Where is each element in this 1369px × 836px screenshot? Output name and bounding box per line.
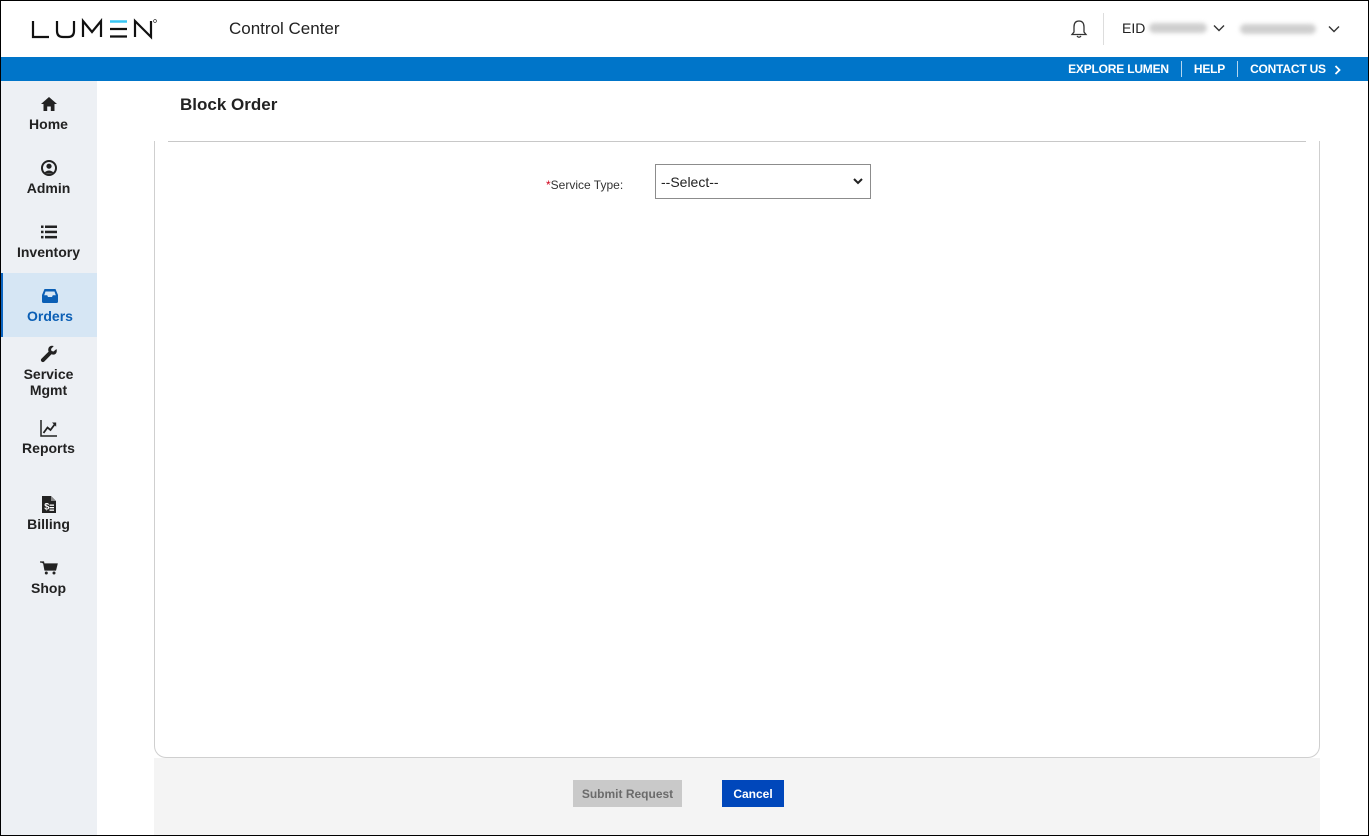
- service-type-label: *Service Type:: [546, 178, 623, 192]
- sidebar-item-label: Admin: [26, 180, 71, 196]
- inbox-icon: [41, 287, 59, 305]
- sidebar-item-label: Service Mgmt: [23, 366, 74, 398]
- sidebar-item-billing[interactable]: $ Billing: [0, 481, 97, 545]
- sidebar-item-service-mgmt[interactable]: Service Mgmt: [0, 337, 97, 417]
- user-circle-icon: [40, 159, 58, 177]
- app-title: Control Center: [229, 19, 340, 38]
- wrench-icon: [40, 345, 58, 363]
- chevron-down-icon: [1328, 26, 1340, 33]
- utility-divider: [1237, 61, 1239, 77]
- cart-icon: [39, 559, 58, 577]
- service-type-label-text: Service Type:: [550, 178, 624, 192]
- account-number-redacted: [1149, 23, 1208, 33]
- chevron-down-icon: [853, 178, 863, 185]
- header-divider: [1103, 13, 1104, 45]
- page-title: Block Order: [180, 95, 278, 114]
- contact-us-label: CONTACT US: [1250, 62, 1326, 76]
- lumen-logo[interactable]: [31, 16, 157, 42]
- list-icon: [40, 223, 58, 241]
- sidebar-item-label: Billing: [27, 516, 70, 532]
- sidebar-item-label: Inventory: [16, 244, 80, 260]
- sidebar-item-inventory[interactable]: Inventory: [0, 209, 97, 273]
- help-link[interactable]: HELP: [1194, 62, 1225, 76]
- invoice-icon: $: [40, 495, 58, 513]
- svg-text:$: $: [44, 501, 49, 511]
- top-header: Control Center EID: [0, 0, 1369, 57]
- sidebar-item-home[interactable]: Home: [0, 81, 97, 145]
- sidebar-item-shop[interactable]: Shop: [0, 545, 97, 609]
- sidebar-item-label: Shop: [31, 580, 66, 596]
- notifications-button[interactable]: [1070, 19, 1088, 39]
- chevron-right-icon: [1334, 65, 1341, 75]
- home-icon: [40, 95, 58, 113]
- chevron-down-icon: [1213, 25, 1225, 32]
- account-selector[interactable]: EID: [1122, 20, 1225, 36]
- contact-us-link[interactable]: CONTACT US: [1250, 62, 1341, 76]
- sidebar-item-admin[interactable]: Admin: [0, 145, 97, 209]
- service-type-selected-value: --Select--: [661, 173, 719, 190]
- sidebar-item-label: Home: [29, 116, 68, 132]
- user-menu[interactable]: [1238, 20, 1340, 38]
- lumen-logo-icon: [31, 18, 157, 40]
- user-name-redacted: [1240, 24, 1316, 34]
- account-label: EID: [1122, 20, 1146, 36]
- sidebar-item-orders[interactable]: Orders: [0, 273, 97, 337]
- sidebar-item-label: Reports: [22, 440, 75, 456]
- service-type-select[interactable]: --Select--: [655, 164, 871, 199]
- cancel-button[interactable]: Cancel: [722, 780, 784, 807]
- card-divider: [168, 141, 1306, 142]
- utility-links: EXPLORE LUMEN HELP CONTACT US: [1068, 57, 1341, 81]
- bell-icon: [1070, 20, 1088, 38]
- utility-divider: [1180, 61, 1182, 77]
- sidebar-nav: Home Admin Inventory Orders Service Mgmt…: [0, 81, 97, 836]
- sidebar-item-reports[interactable]: Reports: [0, 417, 97, 481]
- utility-bar: EXPLORE LUMEN HELP CONTACT US: [0, 57, 1369, 81]
- chart-line-icon: [39, 419, 58, 437]
- explore-lumen-link[interactable]: EXPLORE LUMEN: [1068, 62, 1169, 76]
- sidebar-item-label: Orders: [27, 308, 73, 324]
- form-card: [154, 141, 1320, 758]
- submit-request-button[interactable]: Submit Request: [573, 780, 682, 807]
